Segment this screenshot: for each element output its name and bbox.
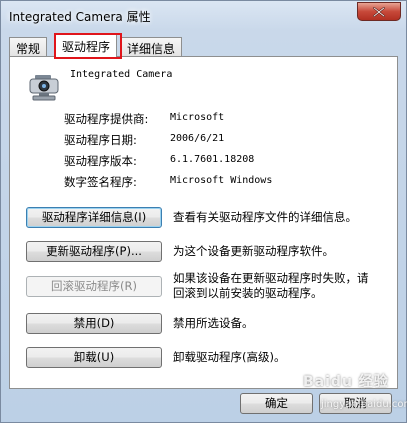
info-value: 2006/6/21 <box>170 133 225 144</box>
title-bar[interactable]: Integrated Camera 属性 <box>1 1 406 31</box>
roll-back-driver-desc-line1: 如果该设备在更新驱动程序时失败，请 <box>173 271 369 285</box>
roll-back-driver-desc-line2: 回滚到以前安装的驱动程序。 <box>173 286 323 300</box>
info-label: 数字签名程序: <box>64 175 137 189</box>
info-value: Microsoft Windows <box>170 175 273 186</box>
driver-tab-panel: Integrated Camera 驱动程序提供商: Microsoft 驱动程… <box>9 56 398 389</box>
ok-button[interactable]: 确定 <box>240 393 313 414</box>
update-driver-desc: 为这个设备更新驱动程序软件。 <box>173 244 334 258</box>
driver-details-button[interactable]: 驱动程序详细信息(I) <box>26 207 162 228</box>
disable-button[interactable]: 禁用(D) <box>26 313 162 334</box>
driver-details-desc: 查看有关驱动程序文件的详细信息。 <box>173 210 357 224</box>
uninstall-desc: 卸载驱动程序(高级)。 <box>173 350 286 364</box>
info-value: Microsoft <box>170 112 225 123</box>
tab-details[interactable]: 详细信息 <box>120 37 183 56</box>
uninstall-button[interactable]: 卸载(U) <box>26 347 162 368</box>
device-name: Integrated Camera <box>70 69 173 80</box>
disable-desc: 禁用所选设备。 <box>173 316 254 330</box>
info-value: 6.1.7601.18208 <box>170 154 255 165</box>
info-label: 驱动程序版本: <box>64 154 137 168</box>
update-driver-button[interactable]: 更新驱动程序(P)... <box>26 241 162 262</box>
tab-strip: 常规 驱动程序 详细信息 <box>9 34 399 57</box>
roll-back-driver-button[interactable]: 回滚驱动程序(R) <box>26 276 162 297</box>
tab-general[interactable]: 常规 <box>9 37 48 56</box>
window-title: Integrated Camera 属性 <box>9 10 151 24</box>
cancel-button[interactable]: 取消 <box>319 393 392 414</box>
close-icon <box>373 6 385 17</box>
properties-dialog: Integrated Camera 属性 常规 驱动程序 详细信息 Integr… <box>0 0 407 423</box>
info-label: 驱动程序提供商: <box>64 112 149 126</box>
tab-driver[interactable]: 驱动程序 <box>55 34 118 57</box>
info-label: 驱动程序日期: <box>64 133 137 147</box>
webcam-icon <box>29 75 59 101</box>
close-button[interactable] <box>357 2 401 21</box>
